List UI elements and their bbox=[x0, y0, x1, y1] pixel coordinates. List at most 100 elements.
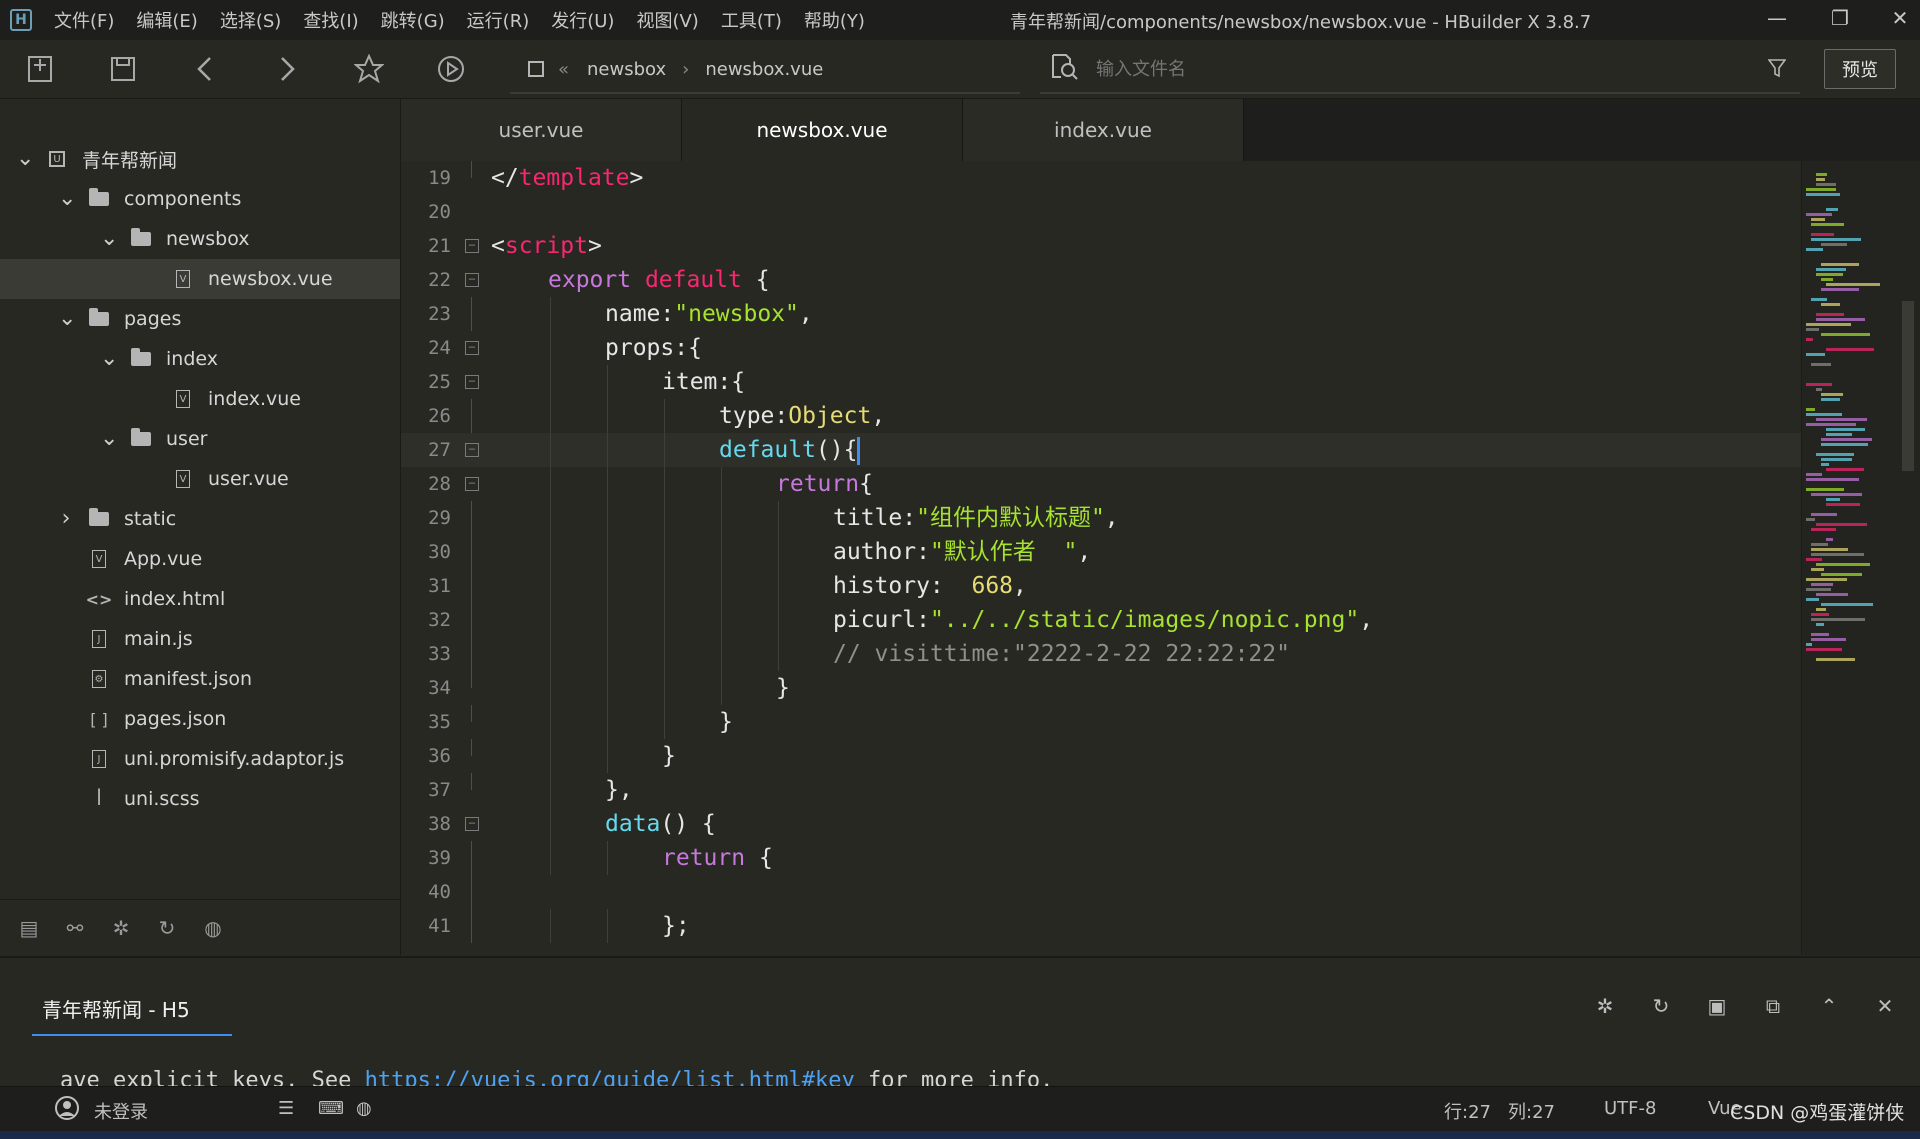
close-icon[interactable]: ✕ bbox=[1880, 6, 1920, 34]
clear-console-icon[interactable]: ✕ bbox=[1870, 994, 1900, 1024]
code-line[interactable]: 32 picurl:"../../static/images/nopic.png"… bbox=[401, 603, 1801, 637]
menu-view[interactable]: 视图(V) bbox=[636, 7, 698, 33]
fold-toggle-icon[interactable]: − bbox=[465, 273, 479, 287]
git-icon[interactable]: ↻ bbox=[150, 916, 184, 940]
chevron-down-icon[interactable]: ⌄ bbox=[58, 188, 76, 210]
open-external-icon[interactable]: ⧉ bbox=[1758, 994, 1788, 1024]
tree-item[interactable]: Vnewsbox.vue bbox=[0, 259, 400, 299]
code-line[interactable]: 33 // visittime:"2222-2-22 22:22:22" bbox=[401, 637, 1801, 671]
code-editor[interactable]: 19 </template> 20 21− <script> 22− export defa… bbox=[401, 161, 1801, 955]
fold-toggle-icon[interactable]: − bbox=[465, 443, 479, 457]
chevron-down-icon[interactable]: ⌄ bbox=[100, 428, 118, 450]
code-line[interactable]: 22− export default { bbox=[401, 263, 1801, 297]
chevron-down-icon[interactable]: ⌄ bbox=[100, 348, 118, 370]
fold-toggle-icon[interactable]: − bbox=[465, 341, 479, 355]
tree-item[interactable]: › static bbox=[0, 499, 400, 539]
code-line[interactable]: 25− item:{ bbox=[401, 365, 1801, 399]
tree-item[interactable]: ⚙ manifest.json bbox=[0, 659, 400, 699]
tree-item[interactable]: ⌄ components bbox=[0, 179, 400, 219]
tree-item[interactable]: [ ] pages.json bbox=[0, 699, 400, 739]
fold-toggle-icon[interactable]: − bbox=[465, 239, 479, 253]
hbuilder-logo-icon[interactable]: H bbox=[10, 9, 32, 31]
chevron-down-icon[interactable]: ⌄ bbox=[16, 148, 34, 170]
encoding-indicator[interactable]: UTF-8 bbox=[1604, 1098, 1656, 1119]
menu-run[interactable]: 运行(R) bbox=[467, 7, 530, 33]
code-line[interactable]: 23 name:"newsbox", bbox=[401, 297, 1801, 331]
forward-icon[interactable] bbox=[270, 52, 304, 86]
minimap[interactable] bbox=[1801, 161, 1920, 955]
search-binoculars-icon[interactable]: ⚯ bbox=[58, 916, 92, 940]
console-tab[interactable]: 青年帮新闻 - H5 bbox=[32, 994, 232, 1036]
chevron-down-icon[interactable]: ⌄ bbox=[100, 228, 118, 250]
new-file-icon[interactable] bbox=[24, 52, 58, 86]
menu-goto[interactable]: 跳转(G) bbox=[381, 7, 445, 33]
code-line[interactable]: 21− <script> bbox=[401, 229, 1801, 263]
back-icon[interactable] bbox=[188, 52, 222, 86]
code-line[interactable]: 34} bbox=[401, 671, 1801, 705]
project-manager-icon[interactable]: ▤ bbox=[12, 916, 46, 940]
debug-icon[interactable]: ✲ bbox=[1590, 994, 1620, 1024]
tree-item[interactable]: Vindex.vue bbox=[0, 379, 400, 419]
breadcrumb-item-folder[interactable]: newsbox bbox=[587, 59, 666, 80]
tree-item[interactable]: ꟾ uni.scss bbox=[0, 779, 400, 819]
fold-toggle-icon[interactable]: − bbox=[465, 817, 479, 831]
chevron-right-icon[interactable]: › bbox=[58, 508, 74, 530]
code-line[interactable]: 29 title:"组件内默认标题", bbox=[401, 501, 1801, 535]
preview-button[interactable]: 预览 bbox=[1824, 49, 1896, 89]
code-line[interactable]: 35} bbox=[401, 705, 1801, 739]
code-line[interactable]: 36} bbox=[401, 739, 1801, 773]
chevron-down-icon[interactable]: ⌄ bbox=[58, 308, 76, 330]
menu-select[interactable]: 选择(S) bbox=[220, 7, 281, 33]
tree-item[interactable]: Jmain.js bbox=[0, 619, 400, 659]
tree-item[interactable]: ⌄ newsbox bbox=[0, 219, 400, 259]
menu-publish[interactable]: 发行(U) bbox=[551, 7, 614, 33]
tree-item[interactable]: <> index.html bbox=[0, 579, 400, 619]
favorite-star-icon[interactable] bbox=[352, 52, 386, 86]
breadcrumb-collapse-icon[interactable]: « bbox=[558, 59, 569, 80]
menu-tools[interactable]: 工具(T) bbox=[721, 7, 782, 33]
scrollbar-thumb[interactable] bbox=[1902, 301, 1914, 471]
terminal-icon[interactable]: ⌨ bbox=[318, 1098, 344, 1119]
code-line[interactable]: 39 return { bbox=[401, 841, 1801, 875]
cursor-row[interactable]: 行:27 bbox=[1444, 1098, 1491, 1124]
code-line[interactable]: 20 bbox=[401, 195, 1801, 229]
save-icon[interactable] bbox=[106, 52, 140, 86]
minimize-icon[interactable]: — bbox=[1757, 6, 1797, 34]
filter-icon[interactable] bbox=[1767, 58, 1787, 82]
code-line[interactable]: 40 bbox=[401, 875, 1801, 909]
fold-toggle-icon[interactable]: − bbox=[465, 375, 479, 389]
tree-item[interactable]: ⌄ index bbox=[0, 339, 400, 379]
tree-item[interactable]: ⌄ U 青年帮新闻 bbox=[0, 139, 400, 179]
code-line[interactable]: 41}; bbox=[401, 909, 1801, 943]
menu-edit[interactable]: 编辑(E) bbox=[136, 7, 197, 33]
menu-help[interactable]: 帮助(Y) bbox=[804, 7, 865, 33]
cursor-col[interactable]: 列:27 bbox=[1508, 1098, 1555, 1124]
tree-item[interactable]: ⌄ pages bbox=[0, 299, 400, 339]
user-avatar-icon[interactable] bbox=[54, 1096, 80, 1126]
code-line[interactable]: 31 history: 668, bbox=[401, 569, 1801, 603]
plugin-globe-icon[interactable]: ◍ bbox=[196, 916, 230, 940]
code-line[interactable]: 28− return{ bbox=[401, 467, 1801, 501]
file-search-input[interactable] bbox=[1094, 57, 1738, 81]
tab-index-vue[interactable]: index.vue bbox=[963, 99, 1244, 161]
code-line[interactable]: 38− data() { bbox=[401, 807, 1801, 841]
tab-user-vue[interactable]: user.vue bbox=[401, 99, 682, 161]
run-icon[interactable] bbox=[434, 52, 468, 86]
restore-icon[interactable]: ❐ bbox=[1820, 6, 1860, 34]
tree-item[interactable]: V App.vue bbox=[0, 539, 400, 579]
tab-newsbox-vue[interactable]: newsbox.vue bbox=[682, 99, 963, 161]
code-line[interactable]: 19 </template> bbox=[401, 161, 1801, 195]
code-line[interactable]: 26 type:Object, bbox=[401, 399, 1801, 433]
code-line[interactable]: 37}, bbox=[401, 773, 1801, 807]
code-line[interactable]: 27− default(){ bbox=[401, 433, 1801, 467]
tree-item[interactable]: Vuser.vue bbox=[0, 459, 400, 499]
browser-icon[interactable]: ◍ bbox=[356, 1098, 372, 1119]
login-status[interactable]: 未登录 bbox=[94, 1098, 148, 1124]
code-line[interactable]: 24− props:{ bbox=[401, 331, 1801, 365]
code-line[interactable]: 30 author:"默认作者 ", bbox=[401, 535, 1801, 569]
menu-file[interactable]: 文件(F) bbox=[54, 7, 114, 33]
stop-icon[interactable]: ▣ bbox=[1702, 994, 1732, 1024]
debug-bug-icon[interactable]: ✲ bbox=[104, 916, 138, 940]
outline-icon[interactable]: ☰ bbox=[278, 1098, 294, 1119]
maximize-panel-icon[interactable]: ⌃ bbox=[1814, 994, 1844, 1024]
